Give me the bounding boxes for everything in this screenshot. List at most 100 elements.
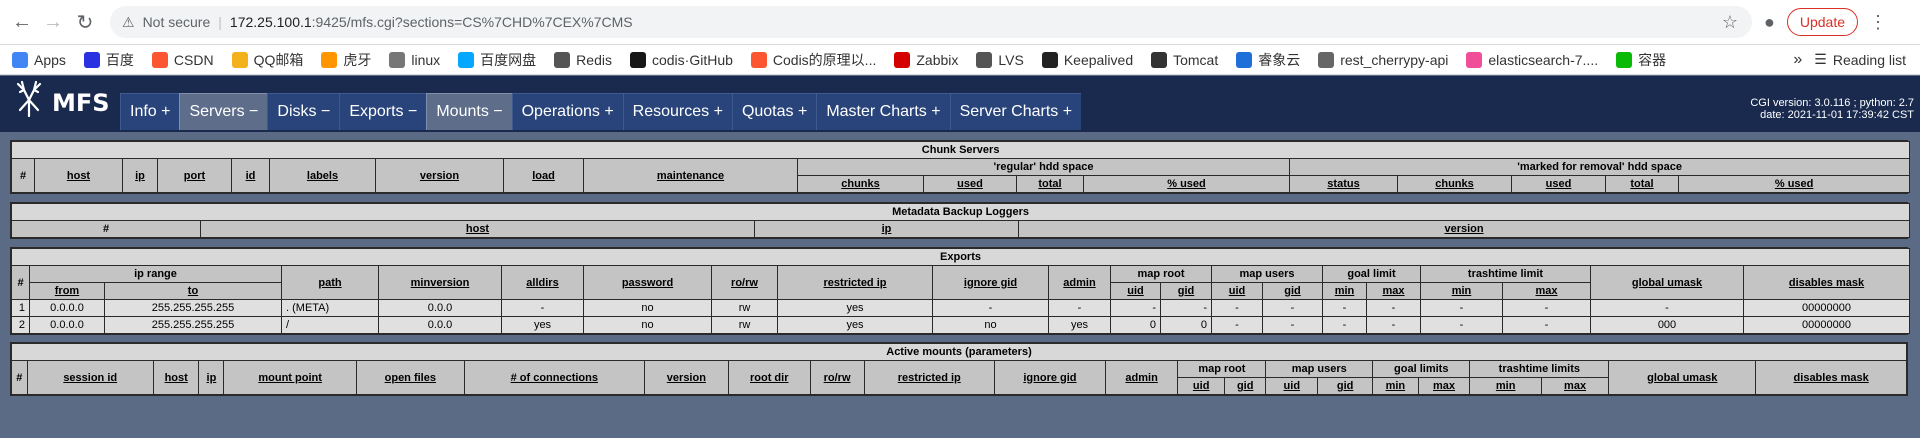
tab-quotas[interactable]: Quotas +: [731, 93, 817, 130]
col-rorw[interactable]: ro/rw: [711, 265, 778, 300]
cs-regular-col[interactable]: chunks: [797, 175, 924, 193]
bookmark-item[interactable]: Apps: [12, 51, 66, 68]
bookmark-item[interactable]: Keepalived: [1041, 51, 1133, 68]
tab-master[interactable]: Master Charts +: [816, 93, 950, 130]
tab-resources[interactable]: Resources +: [622, 93, 732, 130]
cs-col-load[interactable]: load: [503, 158, 584, 193]
col-global-umask[interactable]: global umask: [1590, 265, 1744, 300]
cs-removal-col[interactable]: used: [1511, 175, 1606, 193]
tab-server[interactable]: Server Charts +: [949, 93, 1082, 130]
mcol-trash-min[interactable]: min: [1469, 377, 1542, 395]
mcol-disables-mask[interactable]: disables mask: [1755, 360, 1907, 395]
bookmarks-overflow-icon[interactable]: »: [1793, 51, 1802, 69]
bookmark-item[interactable]: Redis: [554, 51, 612, 68]
bookmark-star-icon[interactable]: ☆: [1722, 12, 1738, 33]
cs-col-id[interactable]: id: [231, 158, 270, 193]
col-password[interactable]: password: [583, 265, 712, 300]
cs-removal-col[interactable]: chunks: [1397, 175, 1512, 193]
mcol-rorw[interactable]: ro/rw: [809, 360, 865, 395]
reload-icon[interactable]: ↻: [70, 7, 100, 37]
bookmark-item[interactable]: Zabbix: [894, 51, 958, 68]
col-map-root-uid[interactable]: uid: [1110, 282, 1161, 300]
mcol-open-files[interactable]: open files: [355, 360, 465, 395]
bookmark-item[interactable]: Codis的原理以...: [750, 50, 876, 70]
tab-servers[interactable]: Servers −: [179, 93, 268, 130]
col-trash-min[interactable]: min: [1420, 282, 1503, 300]
cs-removal-col[interactable]: status: [1289, 175, 1398, 193]
mcol-ip[interactable]: ip: [198, 360, 225, 395]
reading-list-button[interactable]: ☰ Reading list: [1814, 51, 1906, 68]
bookmark-item[interactable]: QQ邮箱: [231, 50, 303, 70]
bl-col-host[interactable]: host: [200, 220, 755, 238]
mcol-map-root-uid[interactable]: uid: [1177, 377, 1225, 395]
col-goal-min[interactable]: min: [1322, 282, 1367, 300]
profile-avatar-icon[interactable]: ●: [1764, 12, 1775, 33]
col-disables-mask[interactable]: disables mask: [1742, 265, 1911, 300]
cs-col-version[interactable]: version: [375, 158, 504, 193]
bookmark-item[interactable]: 百度: [83, 50, 134, 70]
mcol-map-users-gid[interactable]: gid: [1317, 377, 1374, 395]
col-map-root-gid[interactable]: gid: [1160, 282, 1212, 300]
warning-triangle-icon[interactable]: ⚠: [122, 14, 135, 31]
cs-col-labels[interactable]: labels: [269, 158, 376, 193]
col-map-users-uid[interactable]: uid: [1211, 282, 1263, 300]
bookmark-item[interactable]: Tomcat: [1151, 51, 1218, 68]
update-button[interactable]: Update: [1786, 8, 1859, 36]
col-admin[interactable]: admin: [1048, 265, 1111, 300]
tab-mounts[interactable]: Mounts −: [426, 93, 512, 130]
mcol-session-id[interactable]: session id: [26, 360, 154, 395]
mcol-root-dir[interactable]: root dir: [727, 360, 811, 395]
bl-col-ip[interactable]: ip: [754, 220, 1019, 238]
col-restricted-ip[interactable]: restricted ip: [777, 265, 933, 300]
bookmark-item[interactable]: 虎牙: [321, 50, 371, 70]
col-trash-max[interactable]: max: [1502, 282, 1591, 300]
cs-regular-col[interactable]: total: [1016, 175, 1084, 193]
tab-exports[interactable]: Exports −: [339, 93, 427, 130]
mcol-map-users-uid[interactable]: uid: [1265, 377, 1319, 395]
mfs-logo[interactable]: MFS: [10, 80, 110, 124]
cs-removal-col[interactable]: total: [1605, 175, 1679, 193]
mcol-restricted-ip[interactable]: restricted ip: [863, 360, 996, 395]
mcol-trash-max[interactable]: max: [1540, 377, 1610, 395]
address-bar[interactable]: ⚠ Not secure | 172.25.100.1:9425/mfs.cgi…: [110, 6, 1752, 38]
bookmark-item[interactable]: elasticsearch-7....: [1466, 51, 1598, 68]
mcol-connections[interactable]: # of connections: [463, 360, 645, 395]
col-minversion[interactable]: minversion: [378, 265, 502, 300]
cs-col-maintenance[interactable]: maintenance: [583, 158, 798, 193]
bookmark-item[interactable]: linux: [389, 51, 440, 68]
bookmark-item[interactable]: 睿象云: [1236, 50, 1300, 70]
col-to[interactable]: to: [104, 282, 282, 300]
cs-col-host[interactable]: host: [34, 158, 123, 193]
browser-menu-icon[interactable]: ⋮: [1868, 12, 1888, 33]
mcol-admin[interactable]: admin: [1104, 360, 1179, 395]
back-arrow-icon[interactable]: ←: [7, 7, 37, 37]
bookmark-item[interactable]: rest_cherrypy-api: [1318, 51, 1448, 68]
bl-col-version[interactable]: version: [1017, 220, 1911, 238]
cs-regular-col[interactable]: % used: [1083, 175, 1290, 193]
col-from[interactable]: from: [29, 282, 105, 300]
mcol-version[interactable]: version: [643, 360, 729, 395]
cs-col-port[interactable]: port: [157, 158, 232, 193]
mcol-global-umask[interactable]: global umask: [1608, 360, 1757, 395]
mcol-host[interactable]: host: [152, 360, 200, 395]
mcol-ignore-gid[interactable]: ignore gid: [994, 360, 1106, 395]
bookmark-item[interactable]: codis·GitHub: [629, 51, 733, 68]
tab-disks[interactable]: Disks −: [267, 93, 340, 130]
mcol-goal-max[interactable]: max: [1417, 377, 1471, 395]
tab-info[interactable]: Info +: [120, 93, 180, 130]
forward-arrow-icon[interactable]: →: [38, 7, 68, 37]
tab-operations[interactable]: Operations +: [511, 93, 623, 130]
bookmark-item[interactable]: 百度网盘: [458, 50, 536, 70]
cs-regular-col[interactable]: used: [923, 175, 1017, 193]
col-map-users-gid[interactable]: gid: [1262, 282, 1323, 300]
col-goal-max[interactable]: max: [1366, 282, 1421, 300]
col-path[interactable]: path: [281, 265, 379, 300]
mcol-goal-min[interactable]: min: [1372, 377, 1419, 395]
col-ignore-gid[interactable]: ignore gid: [932, 265, 1049, 300]
mcol-map-root-gid[interactable]: gid: [1223, 377, 1267, 395]
cs-removal-col[interactable]: % used: [1677, 175, 1911, 193]
cs-col-ip[interactable]: ip: [122, 158, 158, 193]
mcol-mount-point[interactable]: mount point: [223, 360, 357, 395]
bookmark-item[interactable]: LVS: [976, 51, 1024, 68]
col-alldirs[interactable]: alldirs: [501, 265, 584, 300]
